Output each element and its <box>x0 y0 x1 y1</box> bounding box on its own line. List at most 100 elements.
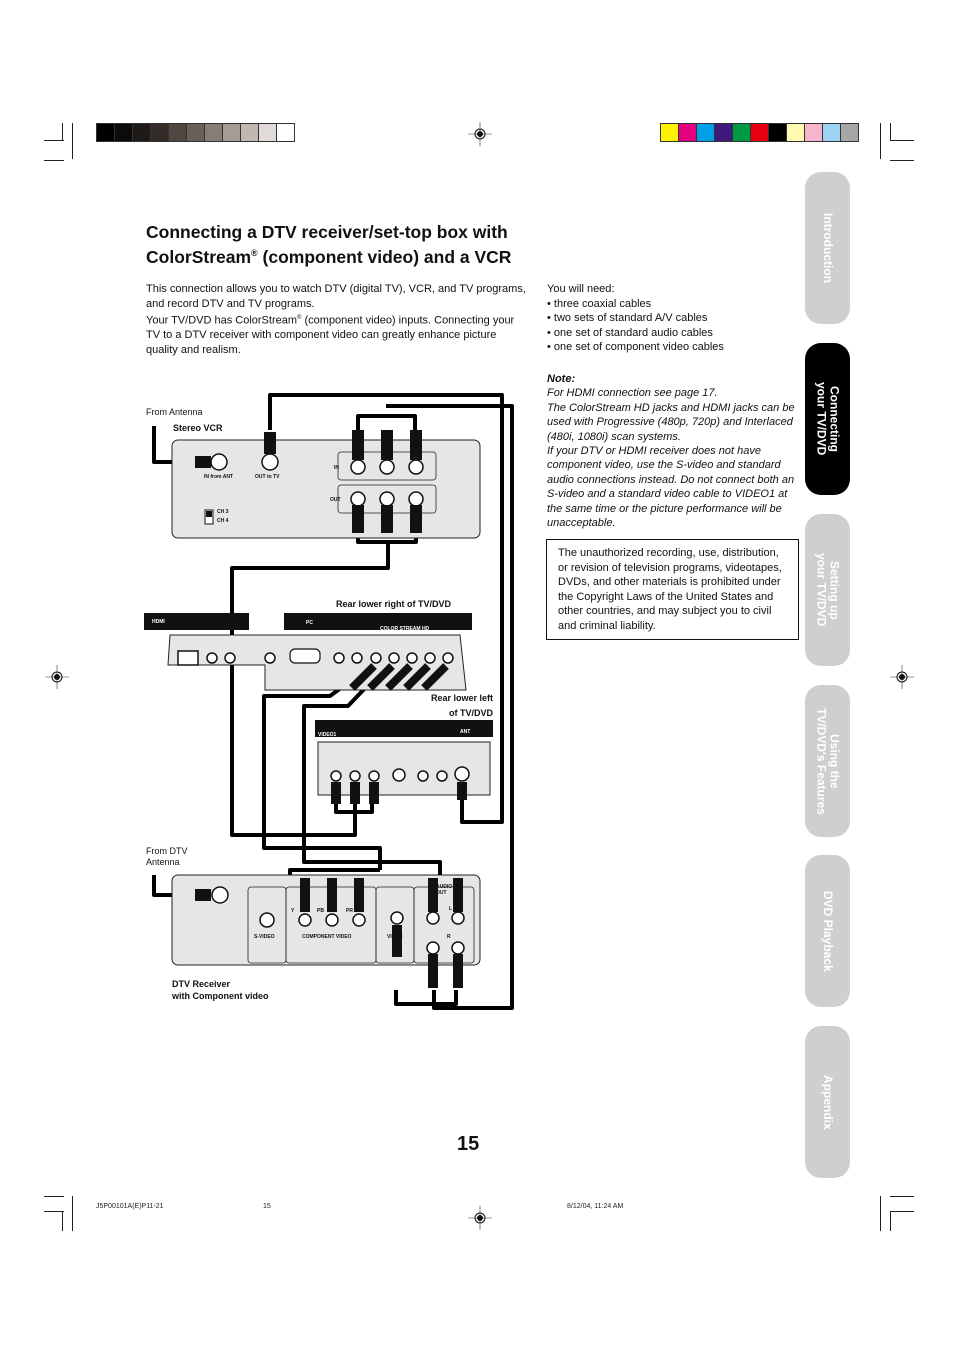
footer-page: 15 <box>263 1203 271 1210</box>
crop-mark <box>890 1211 914 1212</box>
crop-mark <box>62 1211 63 1231</box>
dtv-audio-out-l2-jack <box>451 911 465 925</box>
vcr-title: Stereo VCR <box>173 423 223 433</box>
rear-left-label: Rear lower left of TV/DVD <box>430 693 493 718</box>
vcr-in-audio-l-jack <box>379 459 395 475</box>
color-swatch <box>733 124 751 141</box>
tab-setting-up[interactable]: Setting up your TV/DVD <box>805 514 850 666</box>
dtv-y-jack <box>298 913 312 927</box>
crop-mark <box>890 160 914 161</box>
crop-mark <box>72 123 73 159</box>
video1-audio-r-jack <box>368 770 380 782</box>
color-swatch <box>751 124 769 141</box>
registration-mark-icon <box>45 665 69 689</box>
color-swatch <box>97 124 115 141</box>
note-block: Note: For HDMI connection see page 17. T… <box>547 373 795 530</box>
rear-right-label: Rear lower right of TV/DVD <box>336 599 452 609</box>
footer-timestamp: 8/12/04, 11:24 AM <box>567 1203 624 1210</box>
color-swatch <box>223 124 241 141</box>
vcr-out-video-jack <box>350 491 366 507</box>
copyright-warning-box: The unauthorized recording, use, distrib… <box>546 539 799 640</box>
crop-mark <box>890 1196 914 1197</box>
color-swatch <box>205 124 223 141</box>
color-swatch <box>697 124 715 141</box>
vcr-ant-in-jack <box>210 453 228 471</box>
color-swatch <box>241 124 259 141</box>
color-swatch <box>841 124 858 141</box>
color-swatch <box>823 124 841 141</box>
crop-mark <box>44 140 64 141</box>
color-swatch <box>115 124 133 141</box>
pc-port <box>289 648 321 664</box>
vcr-out-audio-l-jack <box>379 491 395 507</box>
vcr-out-to-tv-jack <box>261 453 279 471</box>
dtv-video-jack <box>390 911 404 925</box>
crop-mark <box>44 160 64 161</box>
dtv-svideo-jack <box>259 912 275 928</box>
color-swatch <box>787 124 805 141</box>
color-swatch <box>679 124 697 141</box>
registration-mark-icon <box>468 1206 492 1230</box>
crop-mark <box>890 140 914 141</box>
tab-introduction[interactable]: Introduction <box>805 172 850 324</box>
page-number: 15 <box>457 1133 480 1155</box>
crop-mark <box>890 123 891 141</box>
tab-connecting[interactable]: Connecting your TV/DVD <box>805 343 850 495</box>
tab-appendix[interactable]: Appendix <box>805 1026 850 1178</box>
dtv-pb-jack <box>325 913 339 927</box>
list-item: one set of standard audio cables <box>547 326 807 341</box>
color-swatch <box>259 124 277 141</box>
tv-ant-jack <box>454 766 470 782</box>
hdmi-port <box>177 650 199 666</box>
crop-mark <box>880 1196 881 1231</box>
colorstream-y-jack <box>370 652 382 664</box>
vcr-in-bridge <box>356 414 417 430</box>
colorstream-pr-jack <box>406 652 418 664</box>
dtv-audio-r2-jack <box>451 941 465 955</box>
video1-audio-l-jack <box>349 770 361 782</box>
tab-using-features[interactable]: Using the TV/DVD's Features <box>805 685 850 837</box>
intro-text: This connection allows you to watch DTV … <box>146 283 526 357</box>
crop-mark <box>44 1196 64 1197</box>
color-swatch <box>277 124 294 141</box>
vcr-in-video-jack <box>350 459 366 475</box>
color-swatch <box>661 124 679 141</box>
crop-mark <box>880 123 881 159</box>
colorstream-pb-jack <box>388 652 400 664</box>
page-title: Connecting a DTV receiver/set-top box wi… <box>146 222 512 267</box>
note-title: Note: <box>547 373 576 385</box>
tab-dvd-playback[interactable]: DVD Playback <box>805 855 850 1007</box>
color-swatch <box>151 124 169 141</box>
from-dtv-antenna-label: From DTV Antenna <box>146 846 188 867</box>
registration-mark-icon <box>468 122 492 146</box>
video1-video-jack <box>330 770 342 782</box>
svideo-jack <box>392 768 406 782</box>
list-item: one set of component video cables <box>547 340 807 355</box>
requirements-list: You will need: three coaxial cables two … <box>547 282 807 355</box>
list-item: two sets of standard A/V cables <box>547 311 807 326</box>
vcr-out-audio-r-jack <box>408 491 424 507</box>
footer-job-code: J5P00101A(E)P11-21 <box>96 1203 164 1210</box>
dtv-pr-jack <box>352 913 366 927</box>
color-swatch <box>805 124 823 141</box>
vcr-in-audio-r-jack <box>408 459 424 475</box>
color-swatch <box>187 124 205 141</box>
list-item: three coaxial cables <box>547 297 807 312</box>
color-swatch <box>169 124 187 141</box>
from-antenna-label: From Antenna <box>146 407 203 417</box>
grayscale-swatch-bar <box>96 123 295 142</box>
dtv-receiver-title: DTV Receiver with Component video <box>172 979 269 1001</box>
color-swatch-bar <box>660 123 859 142</box>
color-swatch <box>715 124 733 141</box>
registration-mark-icon <box>890 665 914 689</box>
dtv-audio-bridge <box>394 990 458 1006</box>
dtv-ant-jack <box>211 886 229 904</box>
crop-mark <box>72 1196 73 1231</box>
dtv-audio-out-l-jack <box>426 911 440 925</box>
dtv-audio-r-jack <box>426 941 440 955</box>
color-swatch <box>133 124 151 141</box>
crop-mark <box>62 123 63 141</box>
crop-mark <box>890 1211 891 1231</box>
color-swatch <box>769 124 787 141</box>
crop-mark <box>44 1211 64 1212</box>
